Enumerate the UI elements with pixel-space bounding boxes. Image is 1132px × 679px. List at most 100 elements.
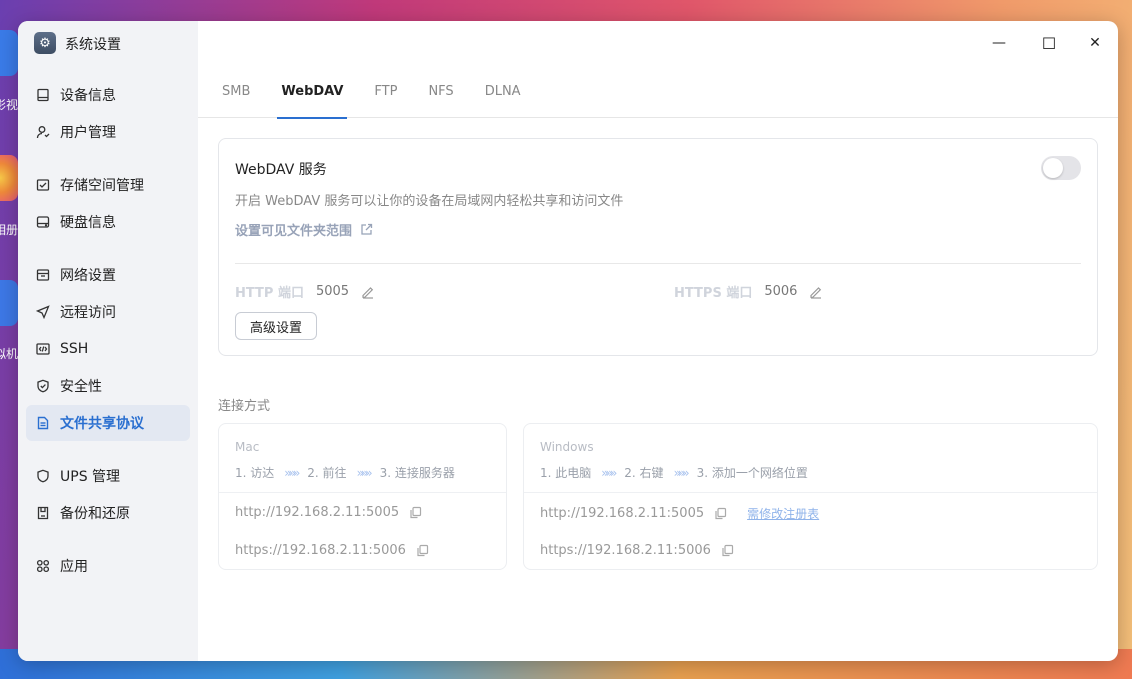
sidebar-nav: 设备信息 用户管理 存储空间管理 硬盘信息 网络设置 远程访问 SSH 安全性 … — [26, 77, 190, 585]
mac-http-url-row: http://192.168.2.11:5005 — [235, 505, 422, 520]
device-icon — [36, 88, 50, 102]
sidebar-item-storage[interactable]: 存储空间管理 — [26, 167, 190, 203]
desktop-app-icon-photos[interactable] — [0, 155, 18, 201]
main-content: SMB WebDAV FTP NFS DLNA WebDAV 服务 开启 Web… — [198, 65, 1118, 661]
sidebar-item-ssh[interactable]: SSH — [26, 331, 190, 367]
mac-step-2: 2. 前往 — [307, 466, 347, 480]
tab-smb[interactable]: SMB — [222, 65, 250, 118]
windows-os-label: Windows — [540, 440, 594, 454]
sidebar-item-user-management[interactable]: 用户管理 — [26, 114, 190, 150]
maximize-button[interactable]: ☐ — [1036, 31, 1062, 55]
tab-webdav[interactable]: WebDAV — [277, 65, 348, 119]
https-port-value: 5006 — [764, 284, 798, 299]
sidebar-item-label: SSH — [60, 341, 89, 357]
sidebar-item-label: 备份和还原 — [60, 506, 130, 522]
conn-divider — [219, 492, 506, 493]
step-arrow-icon: »»» — [601, 465, 617, 480]
sidebar-item-device-info[interactable]: 设备信息 — [26, 77, 190, 113]
user-icon — [36, 125, 50, 139]
http-port-label: HTTP 端口 — [235, 286, 304, 301]
windows-step-2: 2. 右键 — [624, 466, 664, 480]
folder-scope-link[interactable]: 设置可见文件夹范围 — [235, 220, 373, 239]
send-icon — [36, 305, 50, 319]
sidebar-item-disk-info[interactable]: 硬盘信息 — [26, 204, 190, 240]
sidebar-item-network[interactable]: 网络设置 — [26, 257, 190, 293]
windows-http-url: http://192.168.2.11:5005 — [540, 506, 705, 521]
mac-os-label: Mac — [235, 440, 260, 454]
https-port-label: HTTPS 端口 — [674, 286, 753, 301]
code-icon — [36, 342, 50, 356]
desktop-label-vm: 虚拟机 — [0, 347, 18, 361]
tab-nfs[interactable]: NFS — [428, 65, 453, 118]
sidebar-item-backup[interactable]: 备份和还原 — [26, 495, 190, 531]
http-port-value: 5005 — [315, 284, 350, 299]
connection-section-title: 连接方式 — [218, 399, 271, 414]
shield-icon — [36, 379, 50, 393]
mac-step-3: 3. 连接服务器 — [379, 466, 455, 480]
copy-icon[interactable] — [714, 507, 727, 520]
file-icon — [36, 416, 50, 430]
apps-icon — [36, 559, 50, 573]
windows-https-url: https://192.168.2.11:5006 — [540, 543, 711, 558]
minimize-button[interactable]: — — [986, 31, 1012, 55]
sidebar-item-label: 用户管理 — [60, 125, 116, 141]
sidebar-item-label: 安全性 — [60, 379, 102, 395]
protocol-tabs: SMB WebDAV FTP NFS DLNA — [198, 65, 1118, 119]
mac-steps: 1. 访达 »»» 2. 前往 »»» 3. 连接服务器 — [235, 464, 455, 481]
desktop-label-photos: 相册 — [0, 223, 18, 237]
step-arrow-icon: »»» — [284, 465, 300, 480]
sidebar-item-file-sharing[interactable]: 文件共享协议 — [26, 405, 190, 441]
copy-icon[interactable] — [721, 544, 734, 557]
disk-icon — [36, 215, 50, 229]
http-port-field: HTTP 端口 5005 — [235, 282, 375, 301]
edit-pencil-icon[interactable] — [809, 285, 823, 299]
sidebar-item-security[interactable]: 安全性 — [26, 368, 190, 404]
mac-http-url: http://192.168.2.11:5005 — [235, 505, 400, 520]
windows-http-url-row: http://192.168.2.11:5005 需修改注册表 — [540, 505, 819, 522]
step-arrow-icon: »»» — [356, 465, 373, 480]
sidebar-item-label: 文件共享协议 — [60, 416, 144, 432]
windows-steps: 1. 此电脑 »»» 2. 右键 »»» 3. 添加一个网络位置 — [540, 464, 808, 481]
tab-dlna[interactable]: DLNA — [485, 65, 521, 118]
webdav-service-description: 开启 WebDAV 服务可以让你的设备在局域网内轻松共享和访问文件 — [235, 194, 624, 209]
mac-https-url: https://192.168.2.11:5006 — [235, 543, 406, 558]
close-button[interactable]: ✕ — [1082, 31, 1108, 55]
windows-step-1: 1. 此电脑 — [540, 466, 592, 480]
sidebar-item-apps[interactable]: 应用 — [26, 548, 190, 584]
desktop-app-icon-video[interactable] — [0, 30, 18, 76]
gear-icon: ⚙ — [34, 32, 56, 54]
webdav-service-card: WebDAV 服务 开启 WebDAV 服务可以让你的设备在局域网内轻松共享和访… — [218, 138, 1098, 356]
backup-icon — [36, 506, 50, 520]
registry-link[interactable]: 需修改注册表 — [747, 505, 819, 522]
folder-scope-link-text: 设置可见文件夹范围 — [235, 224, 353, 239]
https-port-field: HTTPS 端口 5006 — [674, 282, 823, 301]
sidebar-item-label: 应用 — [60, 559, 88, 575]
copy-icon[interactable] — [409, 506, 422, 519]
ups-shield-icon — [36, 469, 50, 483]
storage-icon — [36, 178, 50, 192]
windows-connection-card: Windows 1. 此电脑 »»» 2. 右键 »»» 3. 添加一个网络位置… — [523, 423, 1098, 570]
external-link-icon — [361, 223, 373, 235]
mac-https-url-row: https://192.168.2.11:5006 — [235, 543, 429, 558]
copy-icon[interactable] — [416, 544, 429, 557]
webdav-service-title: WebDAV 服务 — [235, 162, 327, 178]
sidebar-item-label: UPS 管理 — [60, 469, 121, 485]
card-divider — [235, 263, 1081, 264]
step-arrow-icon: »»» — [673, 465, 690, 480]
window-title: 系统设置 — [65, 37, 121, 53]
sidebar-item-ups[interactable]: UPS 管理 — [26, 458, 190, 494]
tab-ftp[interactable]: FTP — [374, 65, 397, 118]
desktop-label-video: 影视 — [0, 98, 18, 112]
advanced-settings-button[interactable]: 高级设置 — [235, 312, 317, 340]
sidebar-item-remote-access[interactable]: 远程访问 — [26, 294, 190, 330]
sidebar-item-label: 网络设置 — [60, 268, 116, 284]
webdav-service-toggle[interactable] — [1041, 156, 1081, 180]
sidebar-item-label: 硬盘信息 — [60, 215, 116, 231]
sidebar-item-label: 设备信息 — [60, 88, 116, 104]
desktop-app-icon-vm[interactable] — [0, 280, 18, 326]
sidebar-item-label: 存储空间管理 — [60, 178, 144, 194]
network-icon — [36, 268, 50, 282]
edit-pencil-icon[interactable] — [361, 285, 375, 299]
windows-https-url-row: https://192.168.2.11:5006 — [540, 543, 734, 558]
settings-window: 设备信息 用户管理 存储空间管理 硬盘信息 网络设置 远程访问 SSH 安全性 … — [18, 21, 1118, 661]
